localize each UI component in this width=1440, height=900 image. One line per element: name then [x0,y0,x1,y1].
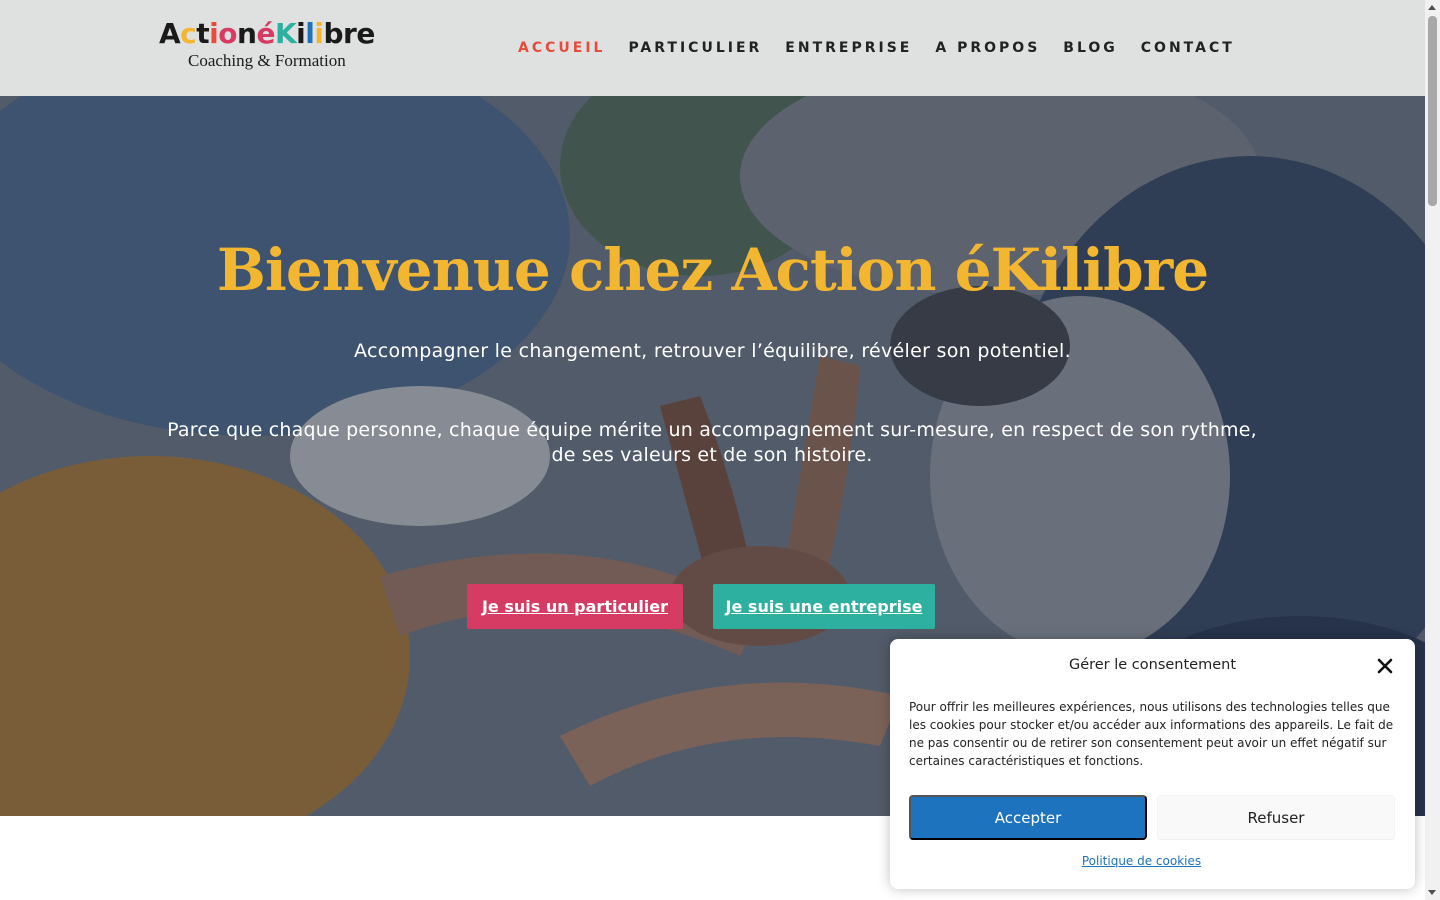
site-logo[interactable]: ActionéKilibre Coaching & Formation [159,17,384,79]
scrollbar-thumb[interactable] [1428,16,1437,206]
logo-title: ActionéKilibre [159,17,384,51]
nav-item-accueil[interactable]: ACCUEIL [518,38,605,58]
logo-letter: i [296,17,306,50]
logo-letter: e [356,17,375,50]
logo-letter: é [256,17,275,50]
nav-item-entreprise[interactable]: ENTREPRISE [785,38,912,58]
cookie-policy-link[interactable]: Politique de cookies [890,854,1393,868]
refuse-button[interactable]: Refuser [1157,795,1395,840]
logo-letter: K [274,17,297,50]
hero-paragraph: Parce que chaque personne, chaque équipe… [167,419,1257,466]
logo-letter: o [218,17,238,50]
scroll-down-arrow-icon[interactable] [1428,890,1436,895]
nav-item-blog[interactable]: BLOG [1063,38,1118,58]
logo-letter: c [180,17,197,50]
logo-letter: i [314,17,324,50]
close-icon[interactable] [1376,657,1394,675]
particulier-button[interactable]: Je suis un particulier [467,584,683,629]
logo-letter: i [209,17,219,50]
main-nav: ACCUEIL PARTICULIER ENTREPRISE A PROPOS … [518,38,1235,58]
logo-letter: n [237,17,257,50]
accept-button[interactable]: Accepter [909,795,1147,840]
scroll-up-arrow-icon[interactable] [1428,5,1436,10]
page-scrollbar[interactable] [1425,0,1440,900]
logo-letter: A [159,17,181,50]
hero-subtitle: Accompagner le changement, retrouver l’é… [354,340,1071,362]
hero-title: Bienvenue chez Action éKilibre [216,236,1209,304]
cookie-consent-dialog: Gérer le consentement Pour offrir les me… [890,639,1415,889]
logo-tagline: Coaching & Formation [188,51,346,70]
logo-letter: t [196,17,210,50]
site-header: ActionéKilibre Coaching & Formation ACCU… [0,0,1425,96]
consent-title: Gérer le consentement [1068,657,1237,673]
logo-letter: b [323,17,344,50]
nav-item-a-propos[interactable]: A PROPOS [935,38,1040,58]
logo-letter: r [343,17,357,50]
entreprise-button[interactable]: Je suis une entreprise [713,584,935,629]
consent-text: Pour offrir les meilleures expériences, … [909,700,1394,768]
nav-item-contact[interactable]: CONTACT [1141,38,1235,58]
nav-item-particulier[interactable]: PARTICULIER [628,38,762,58]
